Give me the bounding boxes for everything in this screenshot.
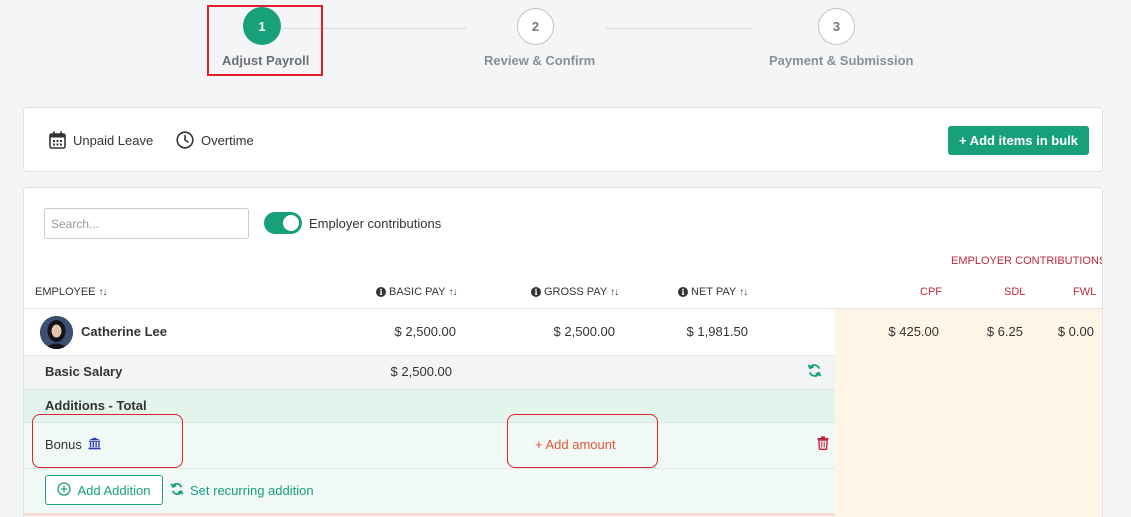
search-input[interactable]: Search...	[44, 208, 249, 239]
info-icon[interactable]: i	[678, 287, 688, 297]
sort-icon[interactable]: ↑↓	[739, 287, 748, 298]
employee-cpf: $ 425.00	[888, 324, 939, 339]
column-fwl: FWL	[1073, 286, 1097, 298]
step-2-label[interactable]: Review & Confirm	[484, 53, 595, 68]
header-divider	[24, 308, 1102, 309]
sort-icon[interactable]: ↑↓	[99, 287, 108, 298]
employer-contributions-area	[835, 308, 1102, 517]
basic-salary-label: Basic Salary	[45, 364, 123, 379]
info-icon[interactable]: i	[531, 287, 541, 297]
set-recurring-label: Set recurring addition	[190, 483, 314, 498]
employer-contributions-label: Employer contributions	[309, 216, 442, 231]
avatar	[40, 316, 73, 349]
column-employee-label: EMPLOYEE	[35, 286, 96, 298]
refresh-icon[interactable]	[807, 363, 822, 383]
overtime-label: Overtime	[201, 132, 254, 148]
step-2-circle[interactable]: 2	[517, 8, 554, 45]
employee-gross-pay: $ 2,500.00	[553, 324, 615, 339]
add-items-bulk-button[interactable]: + Add items in bulk	[948, 126, 1089, 155]
add-addition-label: Add Addition	[77, 482, 151, 498]
additions-total-label: Additions - Total	[45, 398, 147, 413]
sort-icon[interactable]: ↑↓	[610, 287, 619, 298]
plus-circle-icon	[57, 481, 72, 499]
row-accent	[24, 513, 835, 516]
basic-salary-amount: $ 2,500.00	[390, 364, 452, 379]
column-gross-pay[interactable]: i GROSS PAY ↑↓	[531, 286, 619, 298]
column-sdl: SDL	[1004, 286, 1026, 298]
clock-icon	[176, 131, 194, 149]
unpaid-leave-item[interactable]: Unpaid Leave	[49, 131, 153, 149]
overtime-item[interactable]: Overtime	[176, 131, 254, 149]
set-recurring-addition-link[interactable]: Set recurring addition	[170, 482, 314, 499]
info-icon[interactable]: i	[376, 287, 386, 297]
calendar-icon	[49, 131, 66, 149]
column-basic-pay[interactable]: i BASIC PAY ↑↓	[376, 286, 457, 298]
row-divider	[24, 468, 835, 469]
add-addition-button[interactable]: Add Addition	[45, 475, 163, 505]
adjustments-toolbar: Unpaid Leave Overtime + Add items in bul…	[23, 107, 1103, 172]
payroll-stepper: 1 Adjust Payroll 2 Review & Confirm 3 Pa…	[0, 0, 1131, 90]
trash-icon[interactable]	[817, 436, 829, 455]
add-amount-highlight	[507, 414, 658, 468]
step-3-label[interactable]: Payment & Submission	[769, 53, 913, 68]
column-cpf: CPF	[920, 286, 942, 298]
bonus-highlight	[32, 414, 183, 468]
unpaid-leave-label: Unpaid Leave	[73, 132, 154, 148]
toggle-knob	[283, 215, 299, 231]
column-gross-pay-label: GROSS PAY	[544, 286, 608, 298]
column-net-pay-label: NET PAY	[691, 286, 737, 298]
employer-contributions-heading: EMPLOYER CONTRIBUTIONS	[951, 255, 1103, 267]
employer-contributions-toggle[interactable]	[264, 212, 302, 234]
step-connector	[606, 28, 752, 29]
highlight-box	[207, 5, 323, 76]
employee-sdl: $ 6.25	[986, 324, 1023, 339]
employee-net-pay: $ 1,981.50	[686, 324, 748, 339]
recurring-icon	[170, 482, 184, 499]
column-basic-pay-label: BASIC PAY	[389, 286, 446, 298]
employee-name[interactable]: Catherine Lee	[81, 324, 167, 339]
employee-basic-pay: $ 2,500.00	[394, 324, 456, 339]
employee-fwl: $ 0.00	[1057, 324, 1094, 339]
column-employee[interactable]: EMPLOYEE ↑↓	[35, 286, 108, 298]
sort-icon[interactable]: ↑↓	[448, 287, 457, 298]
step-3-circle[interactable]: 3	[818, 8, 855, 45]
column-net-pay[interactable]: i NET PAY ↑↓	[678, 286, 748, 298]
